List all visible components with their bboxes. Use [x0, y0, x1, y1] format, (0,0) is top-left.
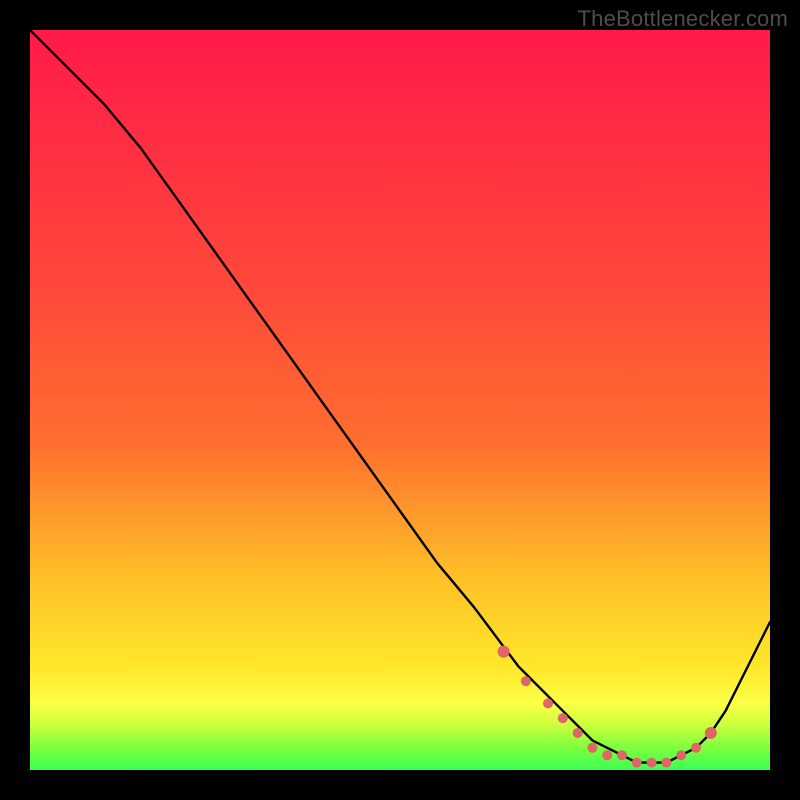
marker-dot: [587, 743, 597, 753]
marker-dot: [521, 676, 531, 686]
marker-dot: [573, 728, 583, 738]
marker-dot: [558, 713, 568, 723]
marker-dot: [705, 727, 717, 739]
marker-dot: [543, 698, 553, 708]
marker-dot: [691, 743, 701, 753]
gradient-background: [30, 30, 770, 770]
marker-dot: [602, 750, 612, 760]
marker-dot: [617, 750, 627, 760]
watermark-text: TheBottlenecker.com: [578, 6, 788, 32]
marker-dot: [632, 758, 642, 768]
bottleneck-chart: [30, 30, 770, 770]
marker-dot: [661, 758, 671, 768]
marker-dot: [498, 646, 510, 658]
marker-dot: [647, 758, 657, 768]
chart-frame: TheBottlenecker.com: [0, 0, 800, 800]
marker-dot: [676, 750, 686, 760]
